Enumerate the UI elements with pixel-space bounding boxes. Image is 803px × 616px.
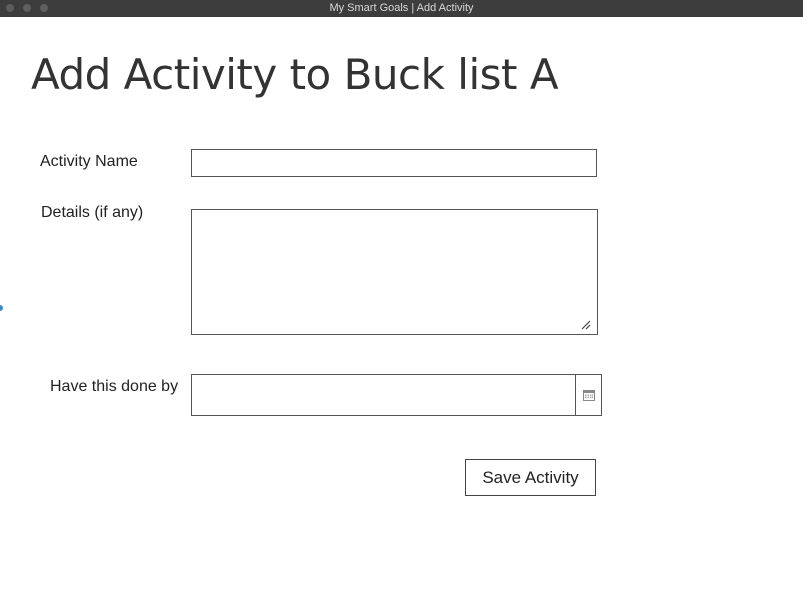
details-label: Details (if any) — [41, 204, 144, 221]
edge-indicator — [0, 305, 3, 311]
page-title: Add Activity to Buck list A — [31, 50, 559, 99]
details-textarea[interactable] — [191, 209, 598, 335]
calendar-icon — [582, 390, 595, 401]
window-title: My Smart Goals | Add Activity — [329, 2, 474, 14]
resize-grip-icon[interactable] — [581, 320, 591, 330]
date-picker-button[interactable] — [575, 374, 602, 416]
activity-name-input[interactable] — [191, 149, 597, 177]
due-date-input[interactable] — [191, 374, 576, 416]
due-date-label: Have this done by — [50, 378, 179, 395]
window-titlebar: My Smart Goals | Add Activity — [0, 0, 803, 17]
activity-name-label: Activity Name — [40, 153, 138, 170]
save-activity-button[interactable]: Save Activity — [465, 459, 596, 496]
